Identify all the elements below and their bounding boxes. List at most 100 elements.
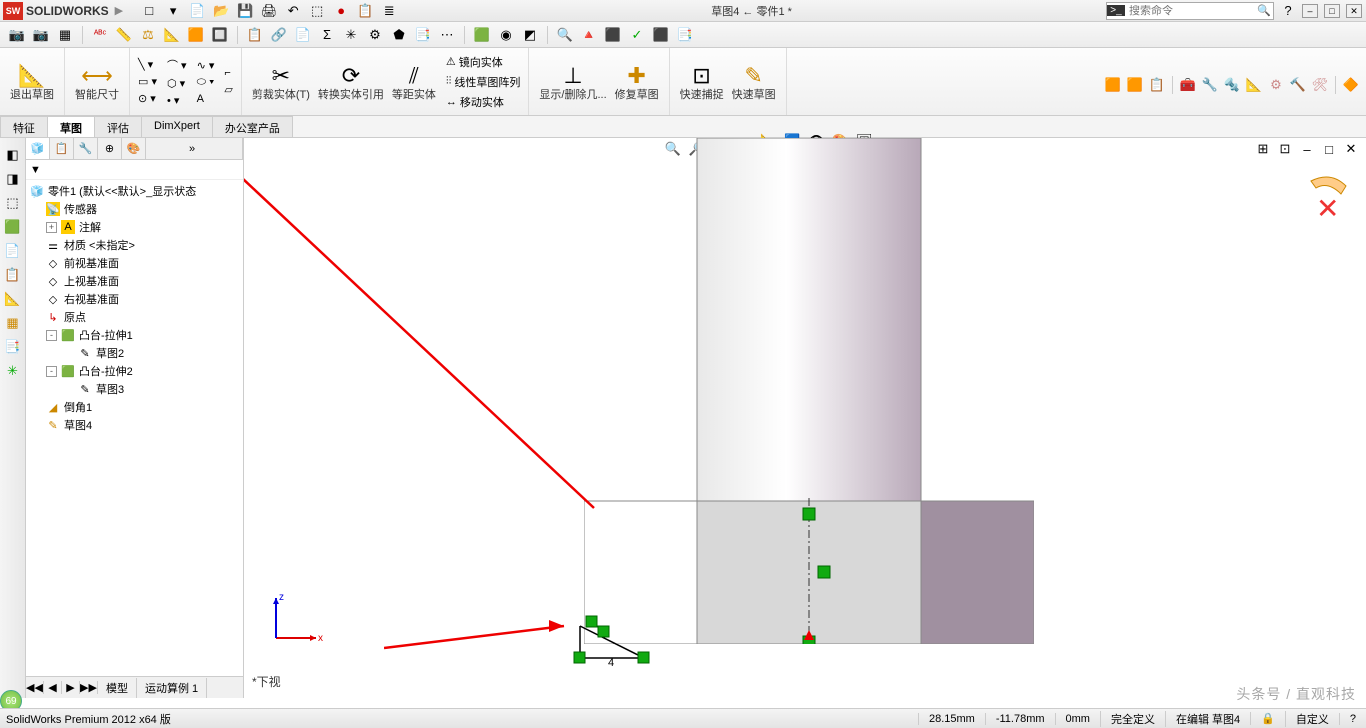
minimize-button[interactable]: – (1302, 4, 1318, 18)
status-icon[interactable]: 🔒 (1250, 712, 1285, 725)
tb-icon[interactable]: 🔲 (211, 26, 229, 44)
rect-tool[interactable]: ▭ ▾ (136, 74, 159, 89)
tb-icon[interactable]: ⬛ (604, 26, 622, 44)
side-icon[interactable]: 📋 (4, 266, 22, 284)
search-command[interactable]: >_ 🔍 (1106, 2, 1274, 20)
tb-icon[interactable]: ⚙ (366, 26, 384, 44)
spline-tool[interactable]: ∿ ▾ (195, 58, 217, 73)
mirror-button[interactable]: ⚠ 镜向实体 (444, 53, 523, 71)
qat-btn[interactable]: ▾ (165, 3, 181, 19)
polygon-tool[interactable]: ⬡ ▾ (165, 76, 189, 91)
graphics-area[interactable]: 🔍 🔎 👁 ▦ 📐▾ 🟦▾ 👁▾ 🎨▾ 🖼▾ ⊞ ⊡ – □ ✕ (244, 138, 1366, 698)
tb-icon[interactable]: ✓ (628, 26, 646, 44)
tb-icon[interactable]: ⬟ (390, 26, 408, 44)
tree-chamfer[interactable]: ◢倒角1 (26, 398, 243, 416)
side-icon[interactable]: ✳ (4, 362, 22, 380)
quick-sketch-button[interactable]: ✎ 快速草图 (728, 61, 780, 103)
tab-dimxpert[interactable]: DimXpert (141, 116, 213, 137)
rt-icon[interactable]: 📐 (1245, 76, 1263, 94)
exit-sketch-button[interactable]: 📐 退出草图 (6, 61, 58, 103)
tree-sketch3[interactable]: ✎草图3 (26, 380, 243, 398)
search-icon[interactable]: 🔍 (1255, 4, 1273, 17)
tab-office[interactable]: 办公室产品 (212, 116, 293, 137)
undo-icon[interactable]: ↶ (285, 3, 301, 19)
new-icon[interactable]: 📄 (189, 3, 205, 19)
rt-icon[interactable]: 🟧 (1104, 76, 1122, 94)
qat-btn[interactable]: □ (141, 3, 157, 19)
tab-evaluate[interactable]: 评估 (94, 116, 142, 137)
vp-icon[interactable]: ⊡ (1276, 140, 1294, 158)
tree-top-plane[interactable]: ◇上视基准面 (26, 272, 243, 290)
tb-icon[interactable]: ⬛ (652, 26, 670, 44)
tree-material[interactable]: ⚌材质 <未指定> (26, 236, 243, 254)
tb-icon[interactable]: ◉ (497, 26, 515, 44)
rt-icon[interactable]: 📋 (1148, 76, 1166, 94)
select-icon[interactable]: ⬚ (309, 3, 325, 19)
line-tool[interactable]: ╲ ▾ (136, 57, 159, 72)
search-input[interactable] (1125, 5, 1255, 17)
plane-tool[interactable]: ▱ (222, 82, 234, 97)
tb-icon[interactable]: 🟧 (187, 26, 205, 44)
side-icon[interactable]: ▦ (4, 314, 22, 332)
tb-icon[interactable]: ◩ (521, 26, 539, 44)
tb-icon[interactable]: ⋯ (438, 26, 456, 44)
sigma-icon[interactable]: Σ (318, 26, 336, 44)
show-delete-button[interactable]: ⊥ 显示/删除几... (535, 61, 610, 103)
side-icon[interactable]: ◧ (4, 146, 22, 164)
smart-dimension-button[interactable]: ⟷ 智能尺寸 (71, 61, 123, 103)
circle-tool[interactable]: ⊙ ▾ (136, 91, 159, 106)
fillet-tool[interactable]: ⌐ (222, 66, 234, 80)
arc-tool[interactable]: ⌒ ▾ (165, 56, 189, 74)
side-icon[interactable]: 📄 (4, 242, 22, 260)
cancel-icon[interactable]: ✕ (1316, 193, 1339, 224)
tb-icon[interactable]: ▦ (56, 26, 74, 44)
side-icon[interactable]: 📑 (4, 338, 22, 356)
tab-sketch[interactable]: 草图 (47, 116, 95, 137)
fm-tab[interactable]: 🎨 (122, 138, 146, 159)
fm-tab[interactable]: 🔧 (74, 138, 98, 159)
side-icon[interactable]: ◨ (4, 170, 22, 188)
side-icon[interactable]: ⬚ (4, 194, 22, 212)
qat-btn[interactable]: ≣ (381, 3, 397, 19)
vp-max[interactable]: □ (1320, 140, 1338, 158)
vp-min[interactable]: – (1298, 140, 1316, 158)
repair-button[interactable]: ✚ 修复草图 (611, 61, 663, 103)
fm-tab-expand[interactable]: » (146, 138, 243, 159)
rt-icon[interactable]: 🔩 (1223, 76, 1241, 94)
tb-icon[interactable]: 🔺 (580, 26, 598, 44)
rt-icon[interactable]: 🔨 (1289, 76, 1307, 94)
fm-tab-tree[interactable]: 🧊 (26, 138, 50, 159)
save-icon[interactable]: 💾 (237, 3, 253, 19)
close-button[interactable]: ✕ (1346, 4, 1362, 18)
ellipse-tool[interactable]: ⬭ ▾ (195, 75, 217, 90)
tree-boss2[interactable]: -🟩凸台-拉伸2 (26, 362, 243, 380)
fm-tab[interactable]: 📋 (50, 138, 74, 159)
tree-sensor[interactable]: 📡传感器 (26, 200, 243, 218)
tb-icon[interactable]: 📐 (163, 26, 181, 44)
rt-icon[interactable]: 🔶 (1342, 76, 1360, 94)
tb-icon[interactable]: ✳ (342, 26, 360, 44)
rt-icon[interactable]: 🔧 (1201, 76, 1219, 94)
move-button[interactable]: ↔ 移动实体 (444, 93, 523, 111)
tb-icon[interactable]: 🟩 (473, 26, 491, 44)
tb-icon[interactable]: 📷 (8, 26, 26, 44)
rebuild-icon[interactable]: ● (333, 3, 349, 19)
vp-close[interactable]: ✕ (1342, 140, 1360, 158)
tb-icon[interactable]: 📑 (414, 26, 432, 44)
tb-icon[interactable]: 📄 (294, 26, 312, 44)
rt-icon[interactable]: 🧰 (1179, 76, 1197, 94)
rt-icon[interactable]: 🟧 (1126, 76, 1144, 94)
tb-icon[interactable]: 📷 (32, 26, 50, 44)
status-help-icon[interactable]: ? (1339, 713, 1366, 725)
bt-next1[interactable]: ▶ (62, 681, 80, 694)
tree-boss1[interactable]: -🟩凸台-拉伸1 (26, 326, 243, 344)
rt-icon[interactable]: ⚙ (1267, 76, 1285, 94)
tb-icon[interactable]: 📑 (676, 26, 694, 44)
print-icon[interactable]: 🖨 (261, 3, 277, 19)
vp-icon[interactable]: ⊞ (1254, 140, 1272, 158)
options-icon[interactable]: 📋 (357, 3, 373, 19)
tree-sketch4[interactable]: ✎草图4 (26, 416, 243, 434)
open-icon[interactable]: 📂 (213, 3, 229, 19)
text-tool[interactable]: A (195, 92, 217, 106)
help-icon[interactable]: ? (1280, 3, 1296, 19)
